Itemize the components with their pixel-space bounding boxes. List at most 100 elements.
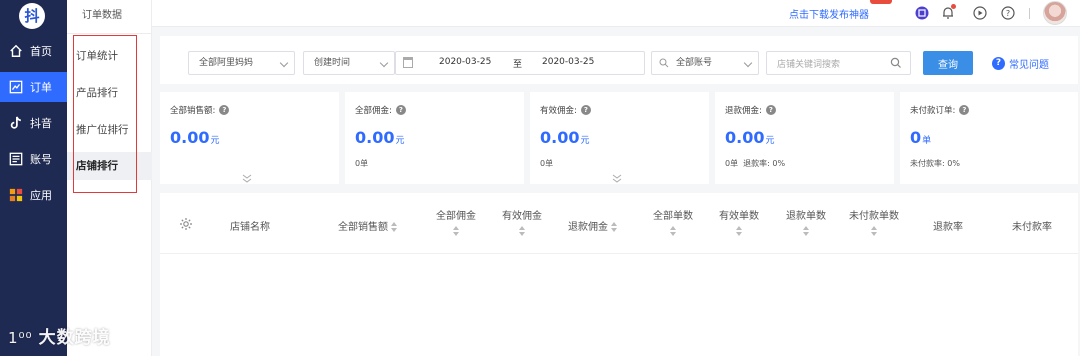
stat-label: 未付款订单:	[910, 106, 956, 116]
stat-sub: 0单	[540, 159, 554, 168]
stat-label-wrap: 全部销售额:?	[170, 104, 230, 116]
account-select[interactable]: 全部账号	[651, 51, 759, 75]
faq-label: 常见问题	[1009, 60, 1049, 71]
faq-link[interactable]: ? 常见问题	[992, 56, 1049, 71]
double-chevron-down-icon[interactable]	[242, 168, 252, 183]
app-logo[interactable]: 抖	[19, 3, 45, 29]
nav-item-douyin[interactable]: 抖音	[0, 108, 67, 138]
subnav-item-position-rank[interactable]: 推广位排行	[67, 116, 152, 144]
bell-icon[interactable]	[940, 4, 956, 20]
column-header-label: 有效单数	[719, 211, 759, 222]
column-header-total-commission[interactable]: 全部佣金	[435, 207, 477, 236]
stat-value: 0.00	[540, 128, 580, 147]
time-type-select-value: 创建时间	[314, 58, 351, 68]
table-header: 店铺名称 全部销售额 全部佣金 有效佣金 退款佣金 全部单数 有效单数 退款单数	[160, 193, 1078, 254]
avatar[interactable]	[1043, 1, 1067, 25]
stat-value-wrap: 0.00元	[355, 128, 405, 147]
shop-search-input[interactable]	[777, 54, 892, 76]
column-header-label: 店铺名称	[230, 222, 270, 233]
subnav-item-product-rank[interactable]: 产品排行	[67, 79, 152, 107]
sort-icon[interactable]	[519, 226, 525, 236]
alimama-select[interactable]: 全部阿里妈妈	[188, 51, 295, 75]
column-header-label: 未付款率	[1012, 222, 1052, 233]
watermark: 1⁰⁰ 大数跨境	[8, 323, 111, 348]
date-range-picker[interactable]: 2020-03-25 至 2020-03-25	[395, 51, 645, 75]
column-header-label: 有效佣金	[502, 211, 542, 222]
stat-unit: 元	[210, 136, 220, 146]
hot-tag	[870, 0, 892, 4]
stat-label: 全部佣金:	[355, 106, 392, 116]
date-start: 2020-03-25	[439, 57, 492, 67]
column-header-total-sales[interactable]: 全部销售额	[338, 218, 397, 233]
nav-item-label: 订单	[30, 81, 52, 94]
column-header-refund-orders[interactable]: 退款单数	[785, 207, 827, 236]
help-icon[interactable]: ?	[765, 105, 776, 115]
home-icon	[8, 43, 24, 59]
svg-text:?: ?	[1005, 9, 1009, 18]
help-icon[interactable]: ?	[395, 105, 406, 115]
stat-card-total-sales: 全部销售额:? 0.00元	[160, 92, 339, 184]
stat-card-total-commission: 全部佣金:? 0.00元 0单	[345, 92, 524, 184]
stat-value-wrap: 0.00元	[540, 128, 590, 147]
column-header-label: 退款率	[933, 222, 963, 233]
chart-icon	[8, 79, 24, 95]
stat-label-wrap: 未付款订单:?	[910, 104, 970, 116]
sort-icon[interactable]	[453, 226, 459, 236]
filter-bar: 全部阿里妈妈 创建时间 2020-03-25 至 2020-03-25 全部账号…	[160, 36, 1078, 84]
notification-dot	[951, 4, 956, 9]
help-icon[interactable]: ?	[959, 105, 970, 115]
stat-card-refund-commission: 退款佣金:? 0.00元 0单 退款率: 0%	[715, 92, 894, 184]
double-chevron-down-icon[interactable]	[612, 168, 622, 183]
query-button[interactable]: 查询	[923, 51, 973, 75]
sort-icon[interactable]	[391, 222, 397, 232]
column-header-label: 全部佣金	[436, 211, 476, 222]
nav-item-apps[interactable]: 应用	[0, 180, 67, 210]
sort-icon[interactable]	[611, 222, 617, 232]
nav-item-orders[interactable]: 订单	[0, 72, 67, 102]
gear-icon[interactable]	[179, 216, 193, 230]
watermark-text: 大数跨境	[38, 328, 111, 348]
help-icon[interactable]: ?	[580, 105, 591, 115]
play-icon[interactable]	[972, 5, 987, 20]
stat-unit: 元	[395, 136, 405, 146]
nav-item-home[interactable]: 首页	[0, 36, 67, 66]
tiktok-icon	[8, 115, 24, 131]
stat-card-unpaid-orders: 未付款订单:? 0单 未付款率: 0%	[900, 92, 1078, 184]
help-icon[interactable]: ?	[219, 105, 230, 115]
search-icon[interactable]	[890, 57, 902, 69]
stat-label-wrap: 全部佣金:?	[355, 104, 406, 116]
stat-card-valid-commission: 有效佣金:? 0.00元 0单	[530, 92, 709, 184]
stat-label: 全部销售额:	[170, 106, 216, 116]
subnav-title: 订单数据	[82, 10, 122, 21]
account-select-value: 全部账号	[676, 58, 713, 68]
stat-label-wrap: 退款佣金:?	[725, 104, 776, 116]
subnav-item-shop-rank[interactable]: 店铺排行	[67, 152, 152, 180]
help-icon[interactable]: ?	[1000, 5, 1015, 20]
stat-sub: 0单	[355, 159, 369, 168]
column-header-total-orders[interactable]: 全部单数	[652, 207, 694, 236]
column-header-refund-commission[interactable]: 退款佣金	[568, 218, 617, 233]
subnav-item-order-stats[interactable]: 订单统计	[67, 42, 152, 70]
column-header-label: 退款单数	[786, 211, 826, 222]
download-link[interactable]: 点击下载发布神器	[789, 6, 869, 21]
nav-item-label: 应用	[30, 189, 52, 202]
column-header-valid-orders[interactable]: 有效单数	[718, 207, 760, 236]
column-header-unpaid-rate: 未付款率	[1012, 218, 1052, 233]
column-header-shop-name: 店铺名称	[230, 218, 270, 233]
apps-icon	[8, 187, 24, 203]
sort-icon[interactable]	[736, 226, 742, 236]
column-header-unpaid-orders[interactable]: 未付款单数	[847, 207, 901, 236]
sort-icon[interactable]	[670, 226, 676, 236]
switch-icon[interactable]	[914, 5, 929, 20]
time-type-select[interactable]: 创建时间	[303, 51, 395, 75]
column-header-label: 全部单数	[653, 211, 693, 222]
sort-icon[interactable]	[871, 226, 877, 236]
watermark-mark: 1⁰⁰	[8, 329, 33, 347]
stat-value-wrap: 0.00元	[170, 128, 220, 147]
column-header-refund-rate: 退款率	[933, 218, 963, 233]
column-header-valid-commission[interactable]: 有效佣金	[501, 207, 543, 236]
sort-icon[interactable]	[803, 226, 809, 236]
nav-item-account[interactable]: 账号	[0, 144, 67, 174]
stat-label: 退款佣金:	[725, 106, 762, 116]
stat-label-wrap: 有效佣金:?	[540, 104, 591, 116]
